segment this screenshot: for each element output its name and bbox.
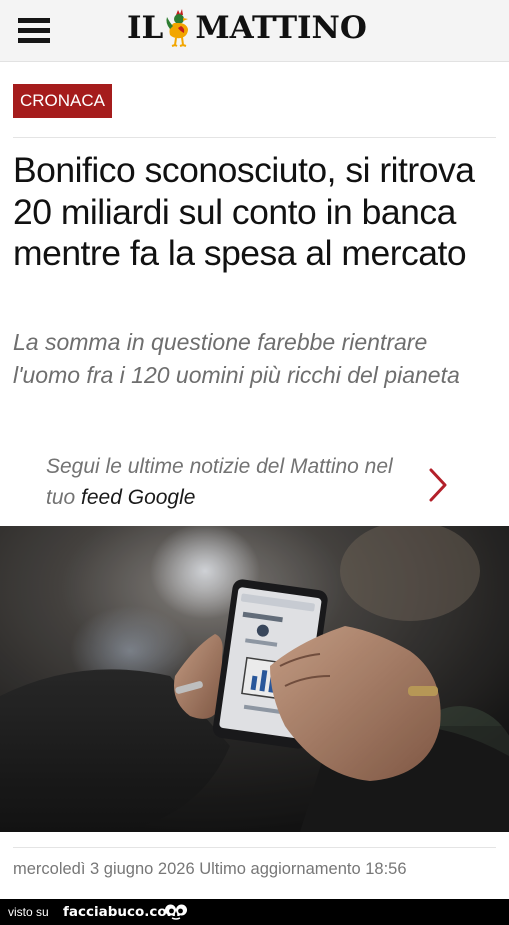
logo-text-left: IL — [127, 10, 164, 46]
article-headline: Bonifico sconosciuto, si ritrova 20 mili… — [13, 150, 475, 273]
site-logo[interactable]: IL MATTINO — [127, 8, 367, 48]
feed-promo-text: Segui le ultime notizie del Mattino nel … — [46, 455, 393, 509]
divider — [13, 847, 496, 848]
article-hero-image — [0, 526, 509, 832]
chevron-right-icon[interactable] — [426, 467, 450, 503]
feed-promo-emphasis: feed Google — [81, 486, 196, 509]
rooster-icon — [166, 9, 189, 47]
logo-text-right: MATTINO — [195, 10, 367, 46]
watermark-bar: visto su facciabuco.com — [0, 899, 509, 925]
section-badge[interactable]: CRONACA — [13, 84, 113, 118]
top-bar: IL MATTINO — [0, 0, 509, 62]
article-dateline: mercoledì 3 giugno 2026 Ultimo aggiornam… — [13, 860, 407, 878]
google-feed-promo[interactable]: Segui le ultime notizie del Mattino nel … — [46, 451, 466, 517]
article-subtitle: La somma in questione farebbe rientrare … — [13, 329, 460, 388]
hamburger-menu-icon[interactable] — [18, 18, 50, 44]
eyes-icon — [165, 904, 187, 920]
watermark-prefix: visto su — [8, 905, 49, 919]
divider — [13, 137, 496, 138]
